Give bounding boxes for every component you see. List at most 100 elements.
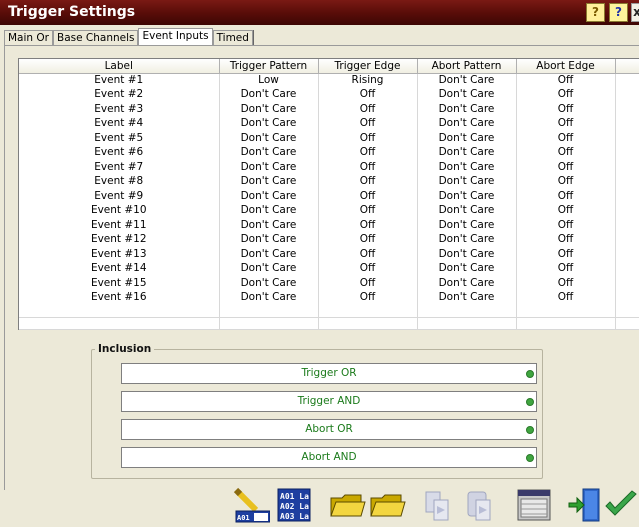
table-cell[interactable]: Don't Care <box>219 87 319 102</box>
table-cell[interactable]: Event #1 <box>19 73 220 88</box>
table-row[interactable]: Event #8 Don't Care Off Don't Care Off <box>19 174 639 189</box>
table-cell[interactable]: Off <box>516 102 616 117</box>
table-cell[interactable]: Off <box>516 203 616 218</box>
table-cell[interactable]: Don't Care <box>417 145 517 160</box>
table-row[interactable]: Event #1 Low Rising Don't Care Off <box>19 73 639 88</box>
table-cell[interactable]: Event #16 <box>19 290 220 305</box>
table-row[interactable]: Event #13 Don't Care Off Don't Care Off <box>19 247 639 262</box>
table-cell[interactable]: Don't Care <box>417 116 517 131</box>
column-header-trigger-pattern[interactable]: Trigger Pattern <box>219 59 319 74</box>
table-cell[interactable]: Off <box>318 174 418 189</box>
table-cell[interactable]: Off <box>318 160 418 175</box>
table-cell[interactable]: Don't Care <box>417 232 517 247</box>
table-cell[interactable]: Low <box>219 73 319 88</box>
table-cell[interactable]: Off <box>318 261 418 276</box>
table-cell[interactable]: Don't Care <box>417 131 517 146</box>
table-cell[interactable]: Off <box>516 174 616 189</box>
table-cell[interactable]: Don't Care <box>219 160 319 175</box>
table-row[interactable]: Event #5 Don't Care Off Don't Care Off <box>19 131 639 146</box>
table-cell[interactable]: Event #11 <box>19 218 220 233</box>
table-cell[interactable]: Off <box>318 290 418 305</box>
table-cell[interactable]: Don't Care <box>219 232 319 247</box>
table-cell[interactable]: Off <box>516 73 616 88</box>
table-cell[interactable]: Don't Care <box>219 247 319 262</box>
table-row[interactable]: Event #6 Don't Care Off Don't Care Off <box>19 145 639 160</box>
close-button[interactable]: x <box>631 3 639 22</box>
table-cell[interactable]: Don't Care <box>417 160 517 175</box>
table-cell[interactable]: Off <box>318 102 418 117</box>
table-cell[interactable]: Don't Care <box>219 131 319 146</box>
ok-check-icon[interactable] <box>602 486 639 524</box>
table-row[interactable]: Event #10 Don't Care Off Don't Care Off <box>19 203 639 218</box>
table-cell[interactable]: Don't Care <box>417 189 517 204</box>
table-cell[interactable]: Off <box>318 116 418 131</box>
table-cell[interactable]: Event #10 <box>19 203 220 218</box>
table-cell[interactable]: Off <box>516 145 616 160</box>
table-cell[interactable]: Off <box>318 247 418 262</box>
table-cell[interactable]: Off <box>516 232 616 247</box>
exit-door-icon[interactable] <box>566 486 604 524</box>
table-cell[interactable]: Event #14 <box>19 261 220 276</box>
save-folder-icon[interactable] <box>368 486 406 524</box>
table-row[interactable]: Event #3 Don't Care Off Don't Care Off <box>19 102 639 117</box>
table-cell[interactable]: Event #6 <box>19 145 220 160</box>
inclusion-trigger-or[interactable]: Trigger OR <box>121 363 537 384</box>
table-cell[interactable]: Don't Care <box>219 174 319 189</box>
table-cell[interactable]: Don't Care <box>417 203 517 218</box>
table-cell[interactable]: Off <box>516 160 616 175</box>
table-row[interactable]: Event #7 Don't Care Off Don't Care Off <box>19 160 639 175</box>
table-cell[interactable]: Don't Care <box>417 290 517 305</box>
label-list-icon[interactable]: A01 La A02 La A03 La <box>275 486 313 524</box>
table-cell[interactable]: Don't Care <box>417 247 517 262</box>
table-cell[interactable]: Don't Care <box>219 102 319 117</box>
column-header-abort-edge[interactable]: Abort Edge <box>516 59 616 74</box>
copy-icon[interactable] <box>420 486 458 524</box>
table-cell[interactable]: Event #4 <box>19 116 220 131</box>
table-cell[interactable]: Don't Care <box>219 290 319 305</box>
table-cell[interactable]: Off <box>318 232 418 247</box>
table-cell[interactable]: Event #15 <box>19 276 220 291</box>
table-row[interactable]: Event #12 Don't Care Off Don't Care Off <box>19 232 639 247</box>
display-panel-icon[interactable] <box>515 486 553 524</box>
column-header-trigger-edge[interactable]: Trigger Edge <box>318 59 418 74</box>
table-cell[interactable]: Event #9 <box>19 189 220 204</box>
table-row[interactable]: Event #11 Don't Care Off Don't Care Off <box>19 218 639 233</box>
table-cell[interactable]: Off <box>516 276 616 291</box>
table-cell[interactable]: Off <box>516 261 616 276</box>
table-cell[interactable]: Off <box>318 87 418 102</box>
table-cell[interactable]: Don't Care <box>219 189 319 204</box>
table-row[interactable]: Event #16 Don't Care Off Don't Care Off <box>19 290 639 305</box>
table-cell[interactable]: Off <box>516 189 616 204</box>
table-cell[interactable]: Don't Care <box>219 203 319 218</box>
table-row[interactable]: Event #4 Don't Care Off Don't Care Off <box>19 116 639 131</box>
table-row[interactable]: Event #9 Don't Care Off Don't Care Off <box>19 189 639 204</box>
table-row[interactable]: Event #2 Don't Care Off Don't Care Off <box>19 87 639 102</box>
table-cell[interactable]: Off <box>516 247 616 262</box>
table-cell[interactable]: Off <box>516 87 616 102</box>
table-cell[interactable]: Don't Care <box>417 73 517 88</box>
table-cell[interactable]: Don't Care <box>417 261 517 276</box>
context-help-icon[interactable]: ? <box>609 3 628 22</box>
table-row[interactable]: Event #14 Don't Care Off Don't Care Off <box>19 261 639 276</box>
table-cell[interactable]: Don't Care <box>417 87 517 102</box>
column-header-abort-pattern[interactable]: Abort Pattern <box>417 59 517 74</box>
table-cell[interactable]: Don't Care <box>219 145 319 160</box>
open-folder-icon[interactable] <box>328 486 366 524</box>
table-cell[interactable]: Rising <box>318 73 418 88</box>
table-cell[interactable]: Off <box>318 218 418 233</box>
column-header-label[interactable]: Label <box>19 59 220 74</box>
table-cell[interactable]: Event #12 <box>19 232 220 247</box>
table-cell[interactable]: Event #13 <box>19 247 220 262</box>
table-cell[interactable]: Event #5 <box>19 131 220 146</box>
table-cell[interactable]: Don't Care <box>417 218 517 233</box>
table-cell[interactable]: Off <box>516 131 616 146</box>
paste-icon[interactable] <box>462 486 500 524</box>
table-cell[interactable]: Off <box>516 116 616 131</box>
table-cell[interactable]: Don't Care <box>219 116 319 131</box>
table-cell[interactable]: Don't Care <box>219 276 319 291</box>
table-cell[interactable]: Event #3 <box>19 102 220 117</box>
table-cell[interactable]: Don't Care <box>219 218 319 233</box>
edit-labels-icon[interactable]: A01 La <box>232 486 271 524</box>
inclusion-abort-or[interactable]: Abort OR <box>121 419 537 440</box>
table-cell[interactable]: Off <box>318 276 418 291</box>
